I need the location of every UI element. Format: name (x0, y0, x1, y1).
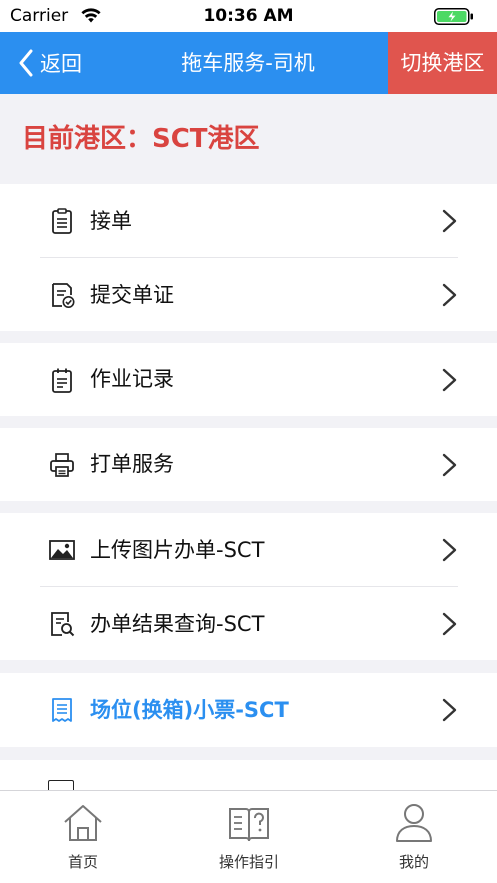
menu-group-print: 打单服务 (0, 428, 497, 501)
back-button[interactable]: 返回 (18, 32, 82, 94)
chevron-right-icon (442, 283, 457, 307)
menu-item-label: 上传图片办单-SCT (90, 538, 265, 562)
document-check-icon (52, 283, 75, 308)
page-title: 拖车服务-司机 (181, 51, 315, 75)
battery-icon (434, 8, 473, 25)
tab-label: 操作指引 (218, 853, 279, 871)
printer-icon (50, 453, 74, 477)
home-icon (64, 805, 102, 841)
menu-item-yard-receipt[interactable]: 场位(换箱)小票-SCT (0, 673, 497, 747)
menu-item-label: 接单 (90, 209, 132, 233)
menu-group-upload: 上传图片办单-SCT 办单结果查询-SCT (0, 513, 497, 660)
menu-item-label: 办单结果查询-SCT (90, 612, 265, 636)
tab-label: 首页 (67, 853, 98, 871)
chevron-right-icon (442, 453, 457, 477)
menu-item-label: 打单服务 (90, 452, 174, 476)
tab-bar: 首页 操作指引 我的 (0, 790, 497, 883)
back-label: 返回 (40, 52, 82, 76)
menu-item-print-service[interactable]: 打单服务 (0, 428, 497, 501)
menu-item-upload-image[interactable]: 上传图片办单-SCT (0, 513, 497, 587)
clock: 10:36 AM (203, 6, 294, 26)
menu-item-accept-order[interactable]: 接单 (0, 184, 497, 258)
menu-group-orders: 接单 提交单证 (0, 184, 497, 331)
tab-label: 我的 (398, 853, 429, 871)
partial-menu-icon (48, 780, 74, 790)
menu-group-receipt: 场位(换箱)小票-SCT (0, 673, 497, 747)
clipboard-icon (52, 208, 72, 234)
guide-book-icon (229, 808, 269, 842)
tab-guide[interactable]: 操作指引 (166, 791, 332, 883)
image-icon (49, 540, 75, 560)
menu-item-submit-documents[interactable]: 提交单证 (0, 258, 497, 332)
menu-group-partial (0, 760, 497, 790)
menu-item-label: 作业记录 (90, 367, 174, 391)
tab-mine[interactable]: 我的 (331, 791, 497, 883)
menu-item-result-query[interactable]: 办单结果查询-SCT (0, 587, 497, 661)
nav-bar: 返回 拖车服务-司机 切换港区 (0, 32, 497, 94)
menu-item-label: 场位(换箱)小票-SCT (90, 698, 289, 722)
notepad-icon (52, 368, 72, 393)
chevron-right-icon (442, 368, 457, 392)
menu-item-label: 提交单证 (90, 283, 174, 307)
region-header: 目前港区：SCT港区 (0, 94, 497, 184)
chevron-left-icon (19, 49, 33, 77)
status-bar: Carrier 10:36 AM (0, 0, 497, 32)
tab-home[interactable]: 首页 (0, 791, 166, 883)
document-search-icon (51, 612, 75, 637)
user-icon (396, 804, 432, 842)
chevron-right-icon (442, 612, 457, 636)
receipt-icon (52, 698, 72, 722)
current-region-label: 目前港区：SCT港区 (22, 124, 260, 154)
chevron-right-icon (442, 698, 457, 722)
chevron-right-icon (442, 538, 457, 562)
chevron-right-icon (442, 209, 457, 233)
menu-item-work-records[interactable]: 作业记录 (0, 343, 497, 416)
menu-group-records: 作业记录 (0, 343, 497, 416)
switch-port-button[interactable]: 切换港区 (388, 32, 497, 94)
